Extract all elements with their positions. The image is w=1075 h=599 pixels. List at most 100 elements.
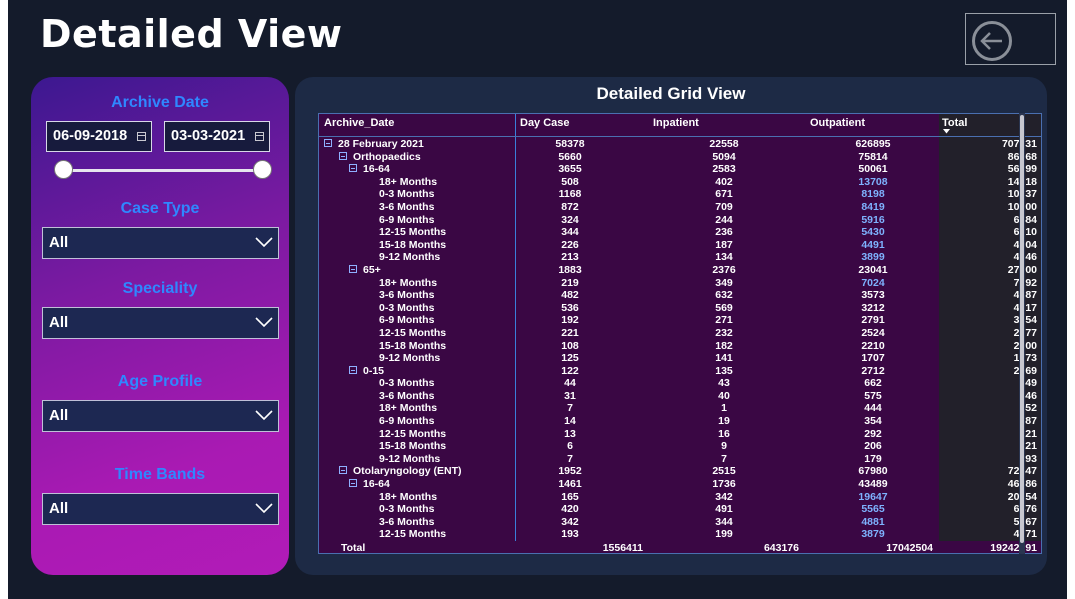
- table-row[interactable]: 18+ Months 7 1 444 452: [319, 402, 1041, 415]
- table-row[interactable]: 12-15 Months 221 232 2524 2977: [319, 327, 1041, 340]
- table-row[interactable]: Orthopaedics 5660 5094 75814 86568: [319, 151, 1041, 164]
- table-row[interactable]: 9-12 Months 213 134 3899 4246: [319, 251, 1041, 264]
- day-case-cell: 324: [561, 213, 579, 226]
- row-label-text: 3-6 Months: [379, 200, 435, 213]
- collapse-minus-icon[interactable]: [349, 479, 357, 488]
- col-header-total[interactable]: Total: [942, 117, 967, 129]
- row-label: 15-18 Months: [379, 239, 446, 252]
- outpatient-cell: 7024: [861, 276, 885, 289]
- grid-title: Detailed Grid View: [596, 84, 746, 103]
- table-row[interactable]: 16-64 1461 1736 43489 46686: [319, 478, 1041, 491]
- total-cell: 452: [1019, 402, 1037, 415]
- table-row[interactable]: 28 February 2021 58378 22558 626895 707831: [319, 138, 1041, 151]
- table-row[interactable]: 3-6 Months 342 344 4881 5567: [319, 516, 1041, 529]
- table-row[interactable]: 3-6 Months 31 40 575 646: [319, 390, 1041, 403]
- calendar-icon[interactable]: [137, 132, 146, 141]
- total-cell: 7592: [1013, 276, 1037, 289]
- table-row[interactable]: 12-15 Months 193 199 3879 4271: [319, 528, 1041, 541]
- filter-panel: Archive Date 06-09-2018 03-03-2021 Case …: [31, 77, 289, 575]
- total-cell: 56299: [959, 163, 1037, 176]
- outpatient-cell: 3573: [861, 289, 885, 302]
- total-cell: 1973: [1013, 352, 1037, 365]
- scrollbar-thumb[interactable]: [1020, 115, 1024, 543]
- day-case-cell: 193: [561, 528, 579, 541]
- collapse-minus-icon[interactable]: [339, 466, 347, 475]
- table-row[interactable]: 15-18 Months 226 187 4491 4904: [319, 239, 1041, 252]
- table-row[interactable]: 6-9 Months 14 19 354 387: [319, 415, 1041, 428]
- table-row[interactable]: 18+ Months 165 342 19647 20154: [319, 491, 1041, 504]
- date-range-slider[interactable]: [55, 169, 265, 172]
- grid-scrollbar[interactable]: [1019, 113, 1025, 554]
- collapse-minus-icon[interactable]: [324, 139, 332, 147]
- row-label-text: 9-12 Months: [379, 452, 441, 465]
- total-cell: 4317: [1013, 301, 1037, 314]
- total-cell: 20154: [959, 491, 1037, 504]
- age-profile-label: Age Profile: [117, 373, 203, 390]
- grid-header: Archive_Date Day Case Inpatient Outpatie…: [319, 114, 1041, 137]
- table-row[interactable]: 12-15 Months 13 16 292 321: [319, 428, 1041, 441]
- collapse-minus-icon[interactable]: [349, 365, 357, 374]
- calendar-icon[interactable]: [255, 132, 264, 141]
- row-label-text: 18+ Months: [379, 175, 438, 188]
- table-row[interactable]: 16-64 3655 2583 50061 56299: [319, 163, 1041, 176]
- age-profile-dropdown[interactable]: All: [42, 400, 279, 432]
- table-row[interactable]: 3-6 Months 872 709 8419 10000: [319, 201, 1041, 214]
- table-row[interactable]: 9-12 Months 125 141 1707 1973: [319, 352, 1041, 365]
- table-row[interactable]: Otolaryngology (ENT) 1952 2515 67980 72447: [319, 465, 1041, 478]
- table-row[interactable]: 0-3 Months 536 569 3212 4317: [319, 302, 1041, 315]
- total-cell: 6484: [1013, 213, 1037, 226]
- table-row[interactable]: 0-15 122 135 2712 2969: [319, 365, 1041, 378]
- table-row[interactable]: 0-3 Months 420 491 5565 6476: [319, 503, 1041, 516]
- speciality-dropdown[interactable]: All: [42, 307, 279, 339]
- row-label-text: 6-9 Months: [379, 314, 435, 327]
- col-header-archive-date[interactable]: Archive_Date: [324, 117, 394, 129]
- day-case-cell: 1952: [558, 465, 582, 478]
- inpatient-cell: 2583: [712, 163, 736, 176]
- row-label: Orthopaedics: [339, 151, 421, 164]
- end-date-value: 03-03-2021: [171, 128, 246, 144]
- table-row[interactable]: 6-9 Months 324 244 5916 6484: [319, 214, 1041, 227]
- time-bands-dropdown[interactable]: All: [42, 493, 279, 525]
- table-row[interactable]: 6-9 Months 192 271 2791 3254: [319, 314, 1041, 327]
- table-row[interactable]: 18+ Months 219 349 7024 7592: [319, 277, 1041, 290]
- table-row[interactable]: 12-15 Months 344 236 5430 6010: [319, 226, 1041, 239]
- outpatient-cell: 4881: [861, 515, 885, 528]
- row-label-text: 6-9 Months: [379, 415, 435, 428]
- start-date-input[interactable]: 06-09-2018: [46, 121, 152, 152]
- day-case-cell: 508: [561, 175, 579, 188]
- table-row[interactable]: 15-18 Months 108 182 2210 2500: [319, 340, 1041, 353]
- inpatient-cell: 491: [715, 503, 733, 516]
- back-button[interactable]: [965, 13, 1056, 65]
- inpatient-cell: 141: [715, 352, 733, 365]
- table-row[interactable]: 65+ 1883 2376 23041 27300: [319, 264, 1041, 277]
- col-header-outpatient[interactable]: Outpatient: [810, 117, 865, 129]
- inpatient-cell: 2515: [712, 465, 736, 478]
- speciality-value: All: [49, 314, 69, 331]
- table-row[interactable]: 18+ Months 508 402 13708 14618: [319, 176, 1041, 189]
- col-header-inpatient[interactable]: Inpatient: [653, 117, 699, 129]
- collapse-minus-icon[interactable]: [339, 151, 347, 160]
- collapse-minus-icon[interactable]: [349, 164, 357, 173]
- inpatient-cell: 22558: [709, 138, 739, 150]
- slider-handle-end[interactable]: [252, 160, 272, 179]
- table-row[interactable]: 0-3 Months 1168 671 8198 10037: [319, 188, 1041, 201]
- detailed-grid[interactable]: Archive_Date Day Case Inpatient Outpatie…: [318, 113, 1042, 554]
- day-case-cell: 213: [561, 251, 579, 264]
- table-row[interactable]: 9-12 Months 7 7 179 193: [319, 453, 1041, 466]
- day-case-cell: 7: [567, 402, 573, 415]
- outpatient-cell: 2210: [861, 339, 885, 352]
- day-case-cell: 6: [567, 440, 573, 453]
- table-row[interactable]: 3-6 Months 482 632 3573 4687: [319, 289, 1041, 302]
- row-label: 12-15 Months: [379, 327, 446, 340]
- day-case-cell: 226: [561, 238, 579, 251]
- collapse-minus-icon[interactable]: [349, 264, 357, 273]
- row-label-text: 28 February 2021: [338, 138, 424, 150]
- end-date-input[interactable]: 03-03-2021: [164, 121, 270, 152]
- day-case-cell: 5660: [558, 150, 582, 163]
- table-row[interactable]: 15-18 Months 6 9 206 221: [319, 440, 1041, 453]
- slider-handle-start[interactable]: [53, 160, 73, 179]
- case-type-dropdown[interactable]: All: [42, 227, 279, 259]
- inpatient-cell: 402: [715, 175, 733, 188]
- table-row[interactable]: 0-3 Months 44 43 662 749: [319, 377, 1041, 390]
- col-header-day-case[interactable]: Day Case: [520, 117, 570, 129]
